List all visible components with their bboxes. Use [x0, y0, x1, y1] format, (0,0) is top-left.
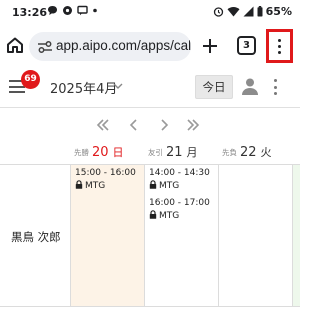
previous-day-icon[interactable]	[126, 118, 142, 132]
week-navigation	[0, 108, 300, 144]
browser-menu-button[interactable]	[266, 29, 293, 63]
weekday-label: 月	[186, 146, 198, 159]
next-week-icon[interactable]	[185, 118, 201, 132]
wifi-icon	[227, 7, 240, 17]
member-name: 黒鳥 次郎	[11, 230, 61, 244]
weekday-label: 日	[112, 146, 124, 159]
rokuyo-label: 友引	[148, 148, 163, 157]
event-title: MTG	[159, 181, 180, 191]
event-title: MTG	[85, 181, 106, 191]
event-time: 16:00 - 17:00	[149, 198, 210, 208]
rokuyo-label: 先負	[222, 148, 237, 157]
menu-dot	[278, 38, 281, 42]
status-time: 13:26	[12, 6, 48, 19]
tab-switcher-button[interactable]: 3	[237, 36, 256, 55]
today-button[interactable]: 今日	[195, 75, 233, 99]
event-item[interactable]: 16:00 - 17:00 MTG	[149, 197, 210, 223]
notification-dot-icon	[93, 8, 97, 13]
app-header: 69 2025年4月 今日	[0, 66, 300, 108]
next-day-icon[interactable]	[156, 118, 172, 132]
event-item[interactable]: 15:00 - 16:00 MTG	[75, 167, 136, 193]
notification-settings-icon	[63, 6, 72, 15]
event-time: 14:00 - 14:30	[149, 168, 210, 178]
previous-week-icon[interactable]	[95, 118, 111, 132]
day-header-monday[interactable]: 友引 21 月	[148, 144, 198, 164]
notification-badge[interactable]: 69	[21, 70, 40, 89]
address-bar[interactable]: app.aipo.com/apps/calendar	[29, 32, 191, 61]
notification-message-icon	[77, 5, 88, 16]
menu-dot	[278, 44, 281, 48]
month-selector[interactable]: 2025年4月	[50, 78, 117, 97]
status-bar: 13:26 65%	[0, 0, 300, 26]
lock-icon	[149, 210, 157, 219]
menu-dot	[278, 50, 281, 54]
event-title: MTG	[159, 211, 180, 221]
browser-toolbar: app.aipo.com/apps/calendar 3	[0, 26, 300, 66]
notification-bubble-icon	[48, 6, 57, 15]
day-number: 20	[92, 145, 109, 160]
day-number: 21	[166, 145, 183, 160]
event-item[interactable]: 14:00 - 14:30 MTG	[149, 167, 210, 193]
chevron-down-icon[interactable]	[112, 81, 124, 91]
status-indicators: 65%	[213, 5, 292, 18]
weekday-label: 火	[260, 146, 272, 159]
battery-icon	[257, 6, 263, 17]
battery-level: 65%	[265, 5, 292, 18]
grid-divider	[0, 306, 300, 307]
lock-icon	[149, 180, 157, 189]
new-tab-button[interactable]	[199, 35, 221, 57]
event-time: 15:00 - 16:00	[75, 168, 136, 178]
tuesday-column[interactable]	[218, 165, 292, 306]
status-notifications	[47, 5, 98, 16]
lock-icon	[75, 180, 83, 189]
plus-icon	[203, 39, 217, 53]
day-header-tuesday[interactable]: 先負 22 火	[222, 144, 272, 164]
rokuyo-label: 先勝	[74, 148, 89, 157]
day-header-sunday[interactable]: 先勝 20 日	[74, 144, 124, 164]
home-button[interactable]	[5, 35, 25, 55]
wednesday-column-partial[interactable]	[292, 165, 300, 306]
more-options-icon[interactable]	[272, 79, 278, 95]
site-settings-icon[interactable]	[37, 40, 53, 54]
day-number: 22	[240, 145, 257, 160]
alarm-icon	[213, 7, 223, 17]
url-text: app.aipo.com/apps/calendar	[56, 38, 191, 53]
user-icon[interactable]	[240, 76, 260, 96]
signal-icon	[243, 6, 254, 17]
home-icon	[7, 37, 23, 53]
